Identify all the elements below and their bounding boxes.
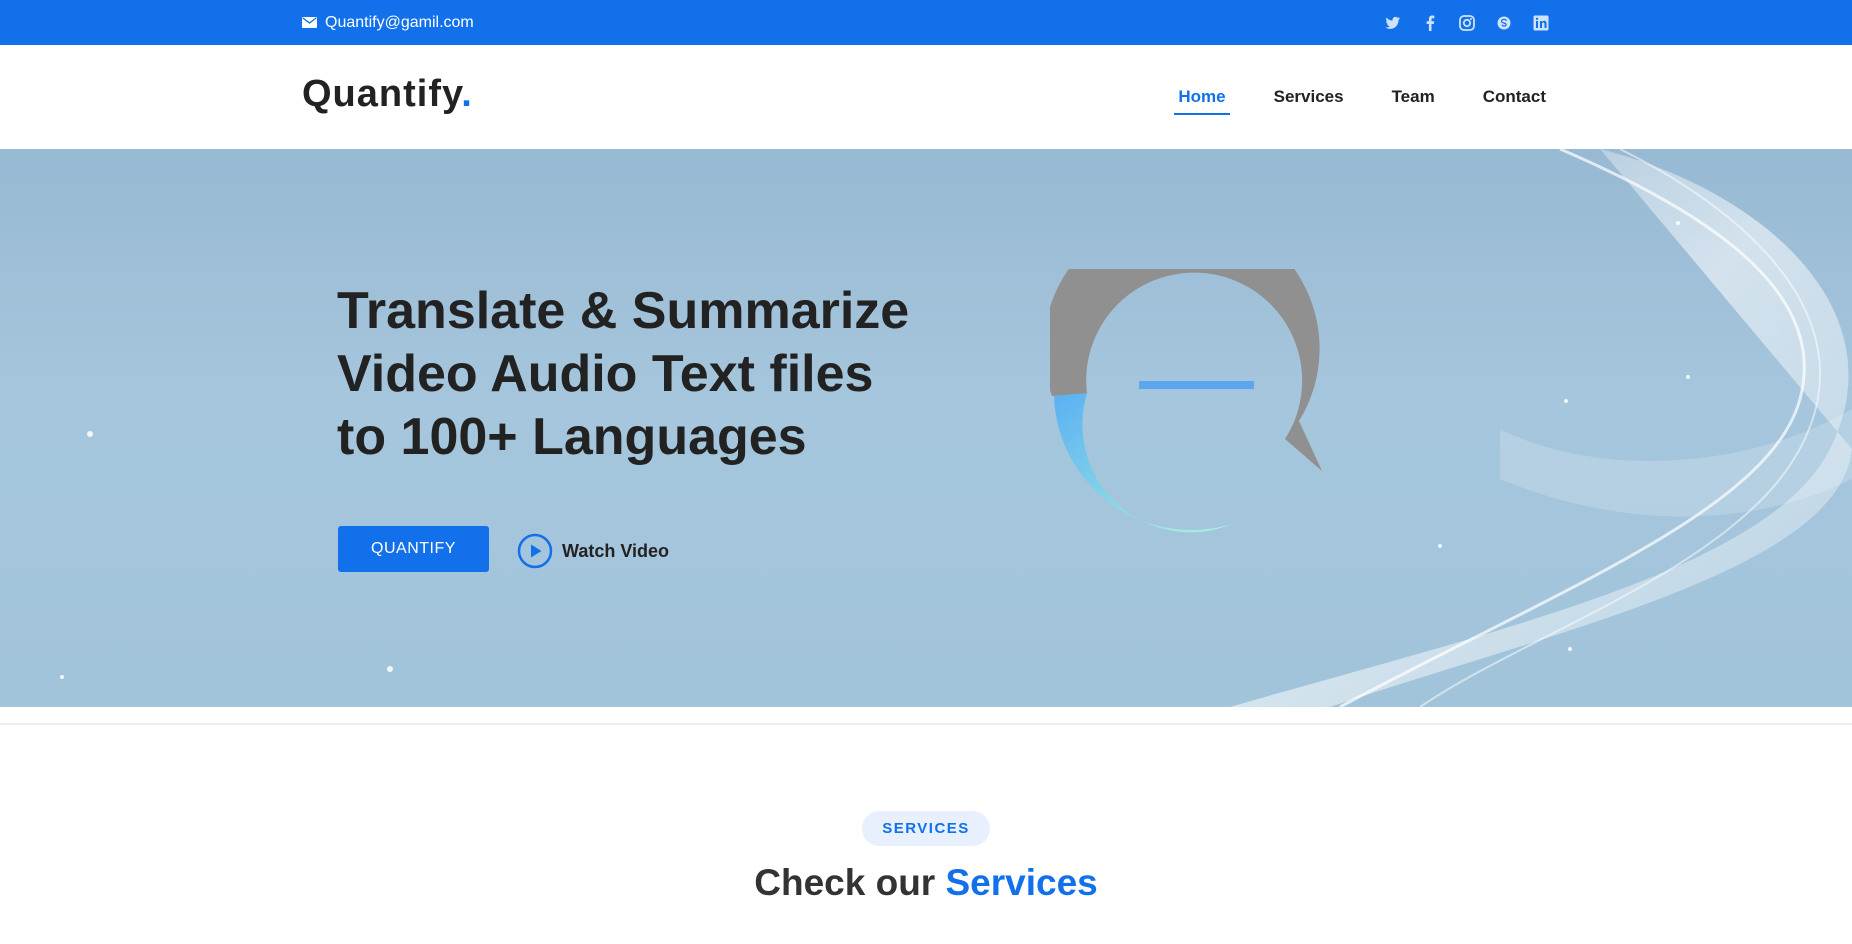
facebook-icon[interactable] (1419, 12, 1441, 34)
social-links (1367, 0, 1552, 45)
site-header: Quantify. Home Services Team Contact (0, 45, 1852, 149)
twitter-icon[interactable] (1382, 12, 1404, 34)
watch-video-label: Watch Video (562, 540, 670, 561)
logo-text: Quantify (302, 73, 462, 115)
watch-video-link[interactable]: Watch Video (517, 533, 669, 569)
nav-team[interactable]: Team (1388, 79, 1439, 115)
hero-title-line-1: Translate & Summarize (337, 282, 910, 340)
hero-background-decoration (60, 149, 1852, 707)
services-title: Check our Services (0, 862, 1852, 904)
hero-section: Translate & Summarize Video Audio Text f… (0, 149, 1852, 707)
play-circle-icon (517, 533, 553, 569)
services-title-prefix: Check our (754, 862, 936, 903)
quantify-logo-graphic (1050, 269, 1322, 533)
nav-contact[interactable]: Contact (1479, 79, 1550, 115)
quantify-button[interactable]: QUANTIFY (338, 526, 489, 572)
services-title-accent: Services (945, 862, 1098, 903)
hero-title-line-2: Video Audio Text files (337, 345, 874, 403)
top-bar: Quantify@gamil.com (0, 0, 1852, 45)
hero-title-line-3: to 100+ Languages (337, 408, 807, 466)
nav-home[interactable]: Home (1174, 79, 1230, 115)
hero-title: Translate & Summarize Video Audio Text f… (337, 280, 909, 469)
nav-services[interactable]: Services (1270, 79, 1348, 115)
envelope-icon (302, 17, 317, 28)
email-text: Quantify@gamil.com (325, 13, 474, 31)
contact-email[interactable]: Quantify@gamil.com (302, 0, 474, 45)
site-logo[interactable]: Quantify. (302, 73, 473, 116)
instagram-icon[interactable] (1456, 12, 1478, 34)
linkedin-icon[interactable] (1530, 12, 1552, 34)
logo-dot: . (461, 73, 473, 115)
skype-icon[interactable] (1493, 12, 1515, 34)
services-badge: SERVICES (862, 811, 990, 846)
main-nav: Home Services Team Contact (1134, 45, 1550, 149)
section-divider (0, 723, 1852, 725)
